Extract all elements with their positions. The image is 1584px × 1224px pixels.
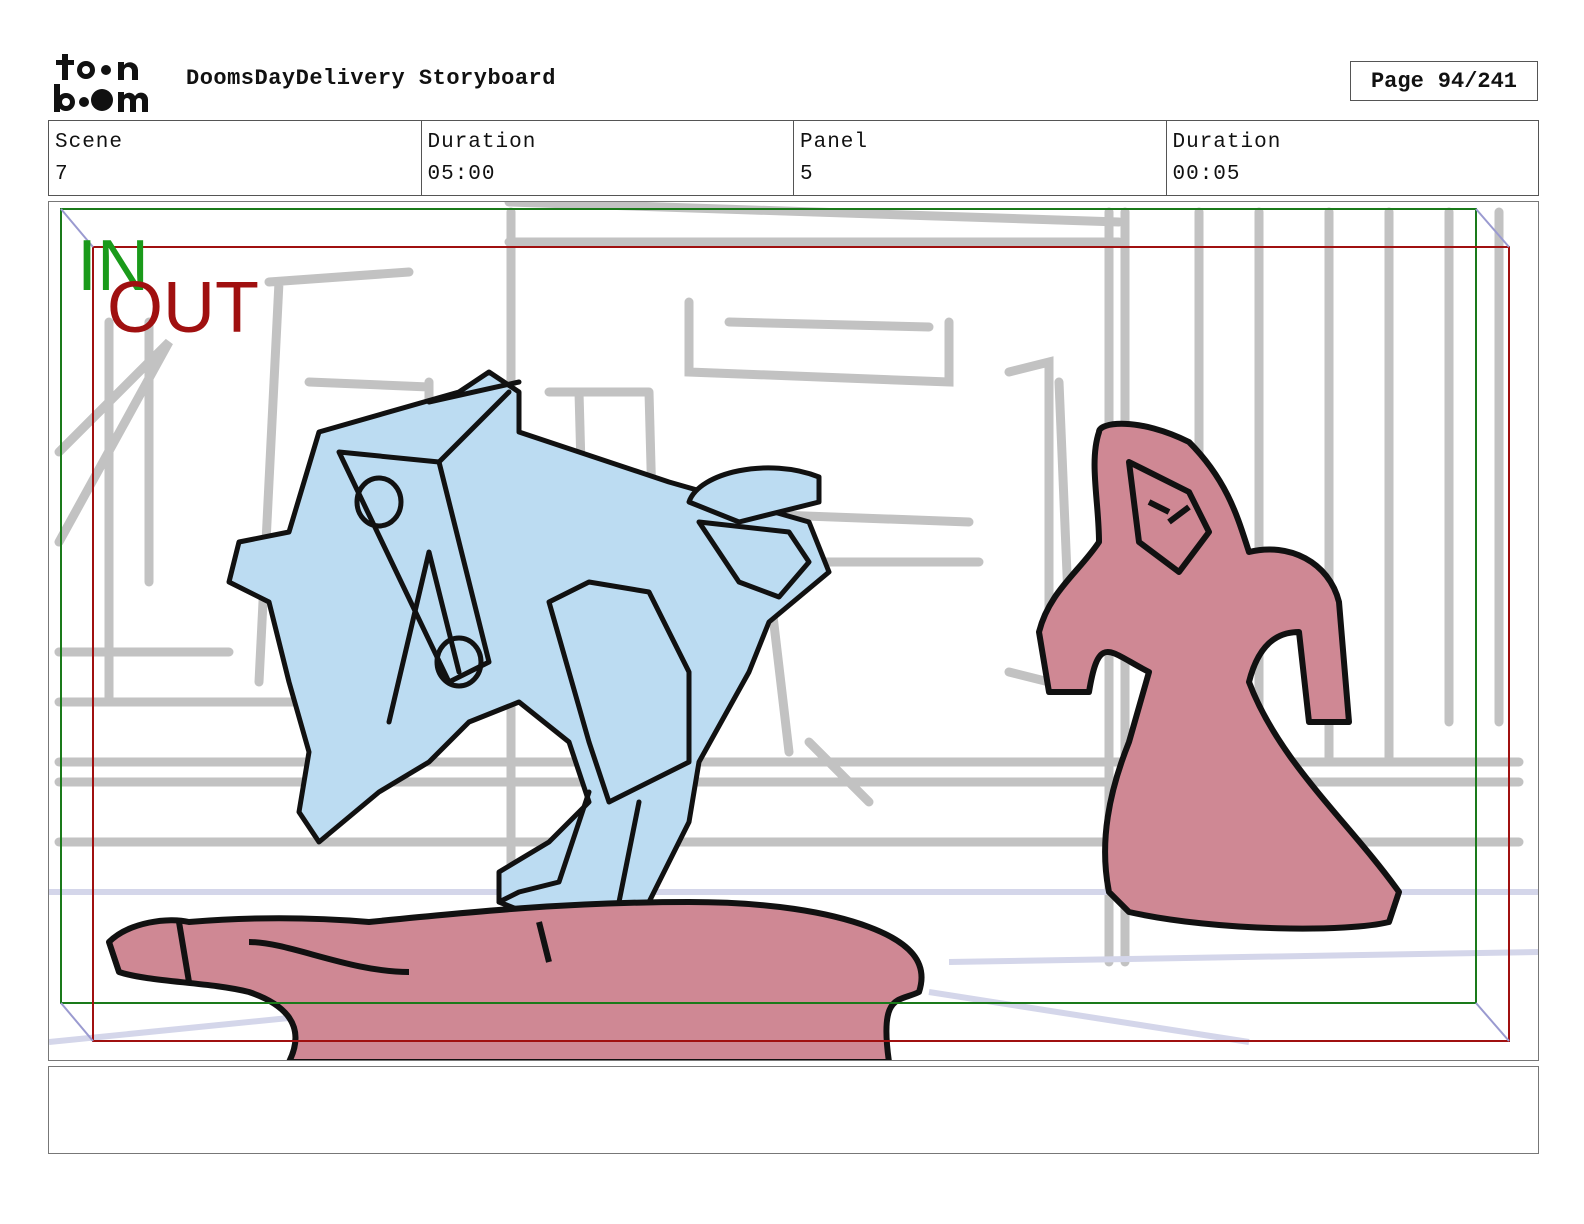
- page-indicator: Page 94/241: [1350, 61, 1538, 101]
- scene-label: Scene: [55, 131, 124, 154]
- scene-duration-cell: Duration 05:00: [422, 121, 794, 195]
- toonboom-logo: [54, 54, 149, 112]
- scene-duration-label: Duration: [427, 131, 537, 154]
- hooded-creature: [1036, 420, 1402, 932]
- document-title: DoomsDayDelivery Storyboard: [186, 66, 556, 91]
- scene-cell: Scene 7: [49, 121, 422, 195]
- out-label: OUT: [107, 268, 259, 348]
- panel-duration-label: Duration: [1172, 131, 1282, 154]
- panel-label: Panel: [800, 131, 869, 154]
- scene-duration-value: 05:00: [427, 163, 496, 186]
- panel-cell: Panel 5: [794, 121, 1167, 195]
- panel-duration-value: 00:05: [1172, 163, 1241, 186]
- page-label: Page: [1370, 68, 1424, 94]
- fallen-creature: [106, 899, 925, 1060]
- scene-value: 7: [55, 163, 69, 186]
- storyboard-panel: IN OUT: [48, 201, 1539, 1061]
- panel-artwork: [49, 202, 1538, 1060]
- panel-notes-box: [48, 1066, 1539, 1154]
- panel-value: 5: [800, 163, 814, 186]
- page-number: 94/241: [1437, 68, 1518, 94]
- panel-info-table: Scene 7 Duration 05:00 Panel 5 Duration …: [48, 120, 1539, 196]
- panel-duration-cell: Duration 00:05: [1167, 121, 1539, 195]
